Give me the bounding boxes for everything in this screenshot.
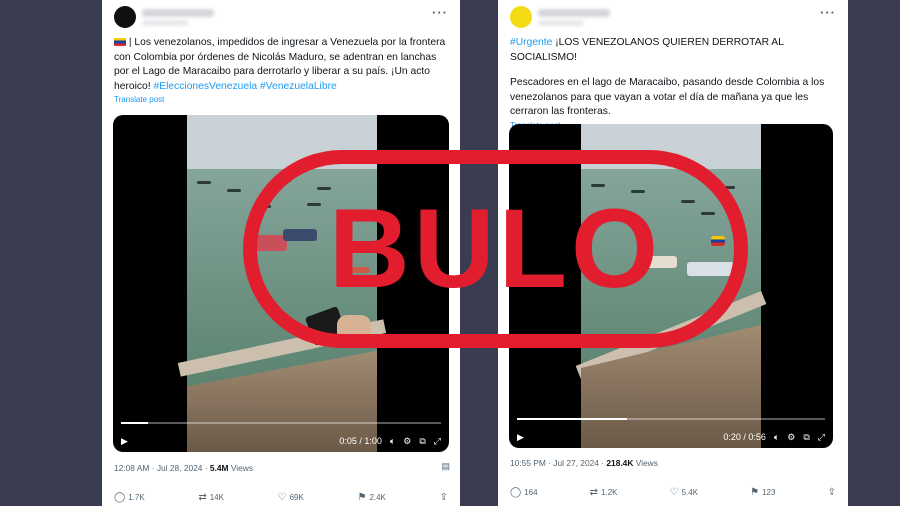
reply-button[interactable]: ◯ 1.7K (114, 492, 145, 503)
video-progress-bar[interactable] (517, 418, 825, 420)
repost-button[interactable]: ⇄ 1.2K (590, 487, 618, 498)
settings-gear-icon[interactable]: ⚙︎ (787, 432, 795, 443)
timestamp[interactable]: 12:08 AM · Jul 28, 2024 · (114, 463, 210, 473)
picture-in-picture-icon[interactable]: ⧉ (803, 432, 809, 443)
video-time: 0:05 / 1:00 (339, 436, 382, 446)
fullscreen-icon[interactable]: ⤢ (434, 436, 441, 447)
repost-icon: ⇄ (198, 492, 207, 503)
like-button[interactable]: ♡ 69K (278, 492, 304, 503)
video-controls: ▶ 0:20 / 0:56 🔈︎ ⚙︎ ⧉ ⤢ (509, 426, 833, 448)
repost-icon: ⇄ (589, 487, 599, 498)
like-count: 69K (289, 493, 304, 502)
views-label: Views (633, 458, 658, 468)
tweet-actions: ◯ 164 ⇄ 1.2K ♡ 5.4K ⚑ 123 ⇪ (498, 487, 848, 498)
hashtag-link[interactable]: #EleccionesVenezuela (154, 81, 258, 92)
share-button[interactable]: ⇪ (828, 487, 836, 498)
tweet-header: ··· (498, 0, 848, 36)
play-icon[interactable]: ▶ (121, 436, 128, 447)
tweet-text: #Urgente ¡LOS VENEZOLANOS QUIEREN DERROT… (498, 36, 848, 65)
reply-button[interactable]: ◯ 164 (510, 487, 538, 498)
blurred-handle (538, 20, 584, 26)
hashtag-link[interactable]: #Urgente (510, 37, 552, 48)
avatar[interactable] (114, 6, 136, 28)
share-icon: ⇪ (827, 487, 836, 498)
share-button[interactable]: ⇪ (440, 492, 448, 503)
views-label: Views (228, 463, 254, 473)
bookmark-icon: ⚑ (357, 492, 367, 503)
tweet-text-body: Pescadores en el lago de Maracaibo, pasa… (510, 77, 825, 117)
bookmark-icon: ⚑ (750, 487, 760, 498)
blurred-username[interactable] (142, 9, 214, 17)
bookmark-button[interactable]: ⚑ 123 (750, 487, 775, 498)
heart-icon: ♡ (669, 487, 679, 498)
heart-icon: ♡ (277, 492, 287, 503)
bookmark-count: 2.4K (369, 493, 386, 502)
tweet-headline: ¡LOS VENEZOLANOS QUIEREN DERROTAR AL SOC… (510, 37, 784, 63)
avatar[interactable] (510, 6, 532, 28)
share-icon: ⇪ (439, 492, 448, 503)
reply-icon: ◯ (114, 492, 126, 503)
translate-post-link[interactable]: Translate post (102, 95, 460, 104)
settings-gear-icon[interactable]: ⚙︎ (403, 436, 411, 447)
hashtag-link[interactable]: #VenezuelaLibre (260, 81, 337, 92)
like-button[interactable]: ♡ 5.4K (670, 487, 698, 498)
repost-count: 1.2K (601, 488, 618, 497)
more-options-icon[interactable]: ··· (820, 5, 836, 20)
like-count: 5.4K (681, 488, 699, 497)
bulo-label: BULO (328, 186, 663, 311)
view-count: 5.4M (209, 463, 229, 473)
volume-icon[interactable]: 🔈︎ (774, 432, 779, 443)
tweet-header: ··· (102, 0, 460, 36)
bookmark-count: 123 (762, 488, 776, 497)
fullscreen-icon[interactable]: ⤢ (818, 432, 825, 443)
timestamp[interactable]: 10:55 PM · Jul 27, 2024 · (510, 458, 606, 468)
bookmark-button[interactable]: ⚑ 2.4K (357, 492, 385, 503)
video-progress-bar[interactable] (121, 422, 441, 424)
tweet-actions: ◯ 1.7K ⇄ 14K ♡ 69K ⚑ 2.4K ⇪ (102, 492, 460, 503)
view-count: 218.4K (606, 458, 634, 468)
picture-in-picture-icon[interactable]: ⧉ (419, 436, 425, 447)
analytics-icon[interactable]: ▤ (441, 461, 450, 472)
reply-count: 164 (524, 488, 538, 497)
tweet-meta: 10:55 PM · Jul 27, 2024 · 218.4K Views (510, 458, 658, 468)
venezuela-flag-icon (114, 38, 126, 47)
blurred-username[interactable] (538, 9, 610, 17)
reply-icon: ◯ (510, 487, 522, 498)
tweet-meta: 12:08 AM · Jul 28, 2024 · 5.4M Views (114, 463, 253, 473)
blurred-handle (142, 20, 188, 26)
repost-button[interactable]: ⇄ 14K (198, 492, 224, 503)
tweet-text: | Los venezolanos, impedidos de ingresar… (102, 36, 460, 94)
video-controls: ▶ 0:05 / 1:00 🔈︎ ⚙︎ ⧉ ⤢ (113, 430, 449, 452)
video-time: 0:20 / 0:56 (723, 432, 766, 442)
bulo-stamp: BULO (243, 150, 748, 348)
play-icon[interactable]: ▶ (517, 432, 524, 443)
reply-count: 1.7K (128, 493, 145, 502)
volume-icon[interactable]: 🔈︎ (390, 436, 395, 447)
more-options-icon[interactable]: ··· (432, 5, 448, 20)
repost-count: 14K (209, 493, 224, 502)
